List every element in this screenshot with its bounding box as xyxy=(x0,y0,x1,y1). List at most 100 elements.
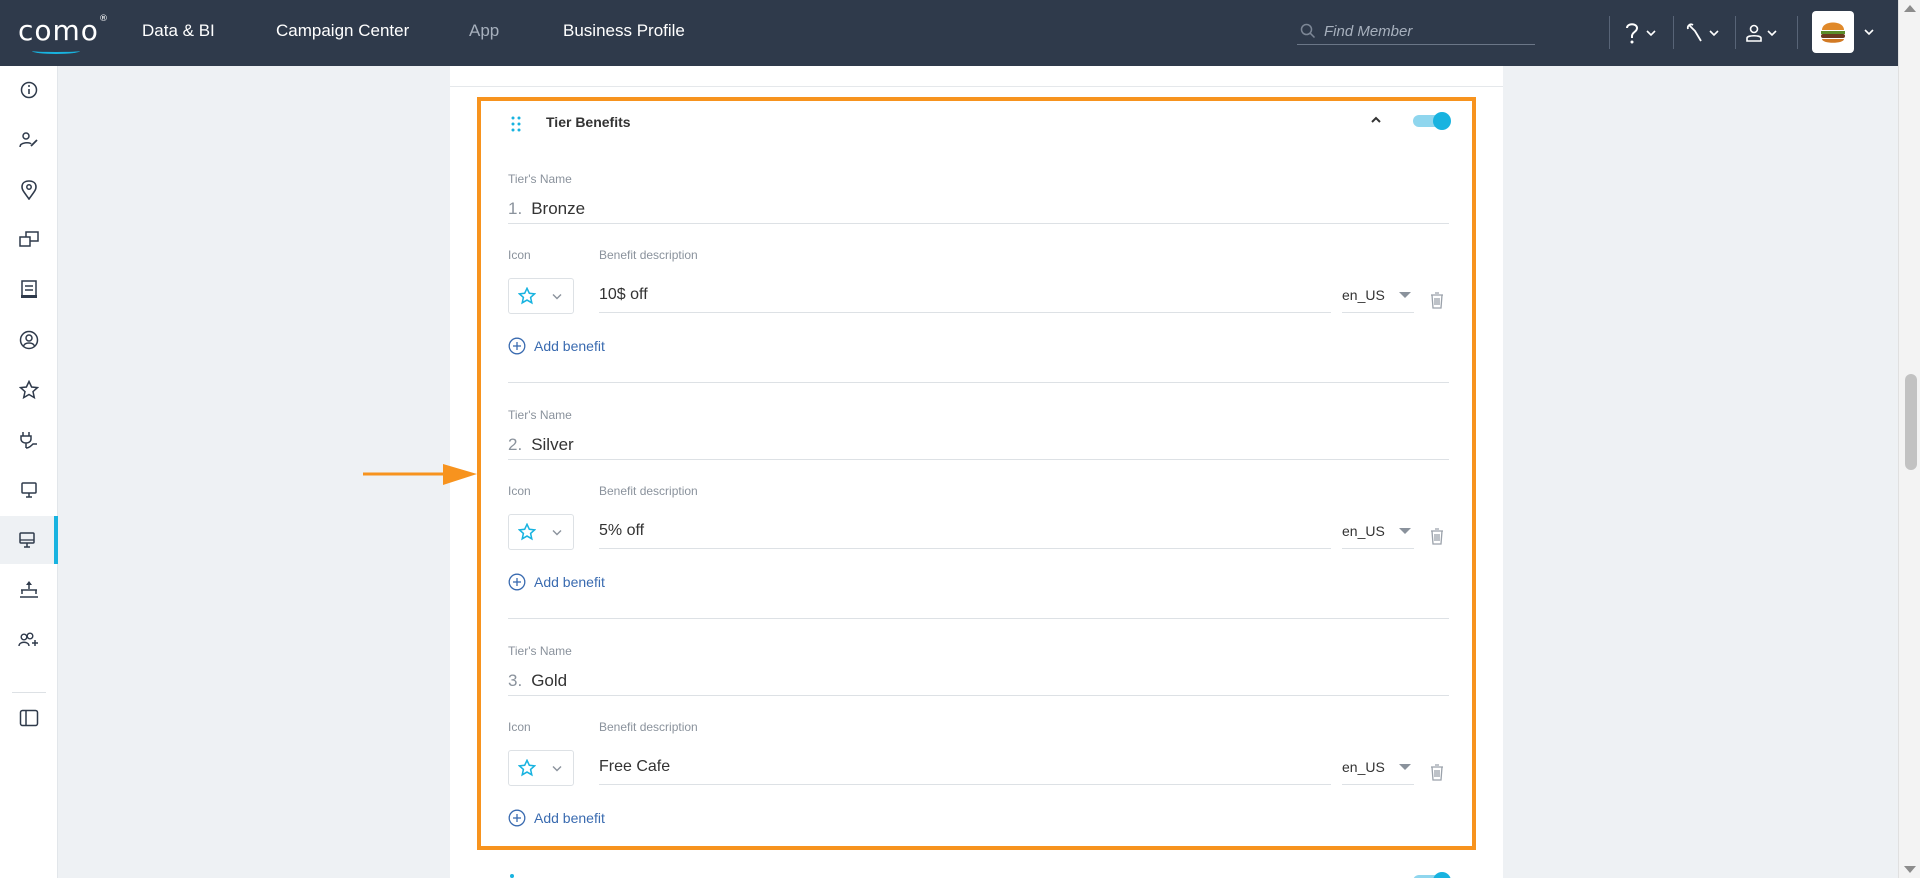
logo-text: como xyxy=(18,14,99,47)
rail-tiers[interactable] xyxy=(0,366,58,414)
tier-name-input[interactable]: 2. Silver xyxy=(508,430,1449,460)
help-icon xyxy=(1626,23,1639,44)
tier-name-label: Tier's Name xyxy=(508,408,572,422)
campaigns-icon xyxy=(19,231,39,247)
section-toggle[interactable] xyxy=(1413,112,1451,130)
wrench-icon xyxy=(1686,23,1702,42)
user-icon xyxy=(1746,24,1762,42)
left-rail xyxy=(0,66,58,878)
logo-swoosh xyxy=(32,48,80,54)
tier-name-input[interactable]: 1. Bronze xyxy=(508,194,1449,224)
next-section-drag-handle xyxy=(510,874,514,878)
icon-label: Icon xyxy=(508,248,531,262)
benefit-icon-select[interactable] xyxy=(508,750,574,786)
chevron-down-icon xyxy=(552,293,562,299)
business-avatar[interactable] xyxy=(1812,11,1854,53)
rail-member-edit[interactable] xyxy=(0,116,58,164)
chevron-down-icon xyxy=(1767,30,1777,37)
star-icon xyxy=(518,287,536,305)
tier-number: 3. xyxy=(508,670,523,690)
receipt-icon xyxy=(21,280,37,298)
drag-handle-icon[interactable] xyxy=(510,115,522,133)
find-member-input[interactable] xyxy=(1324,22,1524,40)
star-outline-icon xyxy=(19,380,39,400)
plus-circle-icon xyxy=(508,337,526,355)
tier-name-value: Gold xyxy=(531,670,568,690)
topbar-separator xyxy=(1609,16,1610,49)
collapse-chevron-up-icon[interactable] xyxy=(1370,115,1382,125)
add-benefit-label: Add benefit xyxy=(534,810,605,826)
tier-divider xyxy=(508,618,1449,619)
benefit-description-input[interactable]: Free Cafe xyxy=(599,750,1331,785)
plug-icon xyxy=(20,432,37,449)
find-member-search[interactable] xyxy=(1297,18,1535,45)
language-select[interactable]: en_US xyxy=(1342,750,1414,785)
language-select[interactable]: en_US xyxy=(1342,278,1414,313)
como-logo[interactable]: como® xyxy=(18,14,109,54)
sitemap-icon xyxy=(20,581,38,598)
burger-logo-icon xyxy=(1821,22,1845,43)
rail-pos-active[interactable] xyxy=(0,516,58,564)
benefit-icon-select[interactable] xyxy=(508,278,574,314)
star-icon xyxy=(518,759,536,777)
rail-receipts[interactable] xyxy=(0,266,58,314)
benefit-description-label: Benefit description xyxy=(599,720,698,734)
rail-users[interactable] xyxy=(0,616,58,664)
tier-name-value: Bronze xyxy=(531,198,586,218)
icon-label: Icon xyxy=(508,484,531,498)
trash-icon[interactable] xyxy=(1430,292,1444,309)
trash-icon[interactable] xyxy=(1430,528,1444,545)
nav-business-profile[interactable]: Business Profile xyxy=(563,21,685,41)
panel-title: Tier Benefits xyxy=(546,114,631,130)
icon-label: Icon xyxy=(508,720,531,734)
scroll-thumb[interactable] xyxy=(1905,374,1917,470)
topbar-separator xyxy=(1735,16,1736,49)
user-menu[interactable] xyxy=(1745,18,1777,48)
location-icon xyxy=(21,180,37,200)
tools-menu[interactable] xyxy=(1685,18,1719,48)
nav-data-bi[interactable]: Data & BI xyxy=(142,21,215,41)
tier-number: 1. xyxy=(508,198,523,218)
topbar-separator xyxy=(1797,16,1798,49)
add-benefit-button[interactable]: Add benefit xyxy=(508,337,605,355)
scroll-up-arrow[interactable] xyxy=(1904,5,1916,12)
tier-name-input[interactable]: 3. Gold xyxy=(508,666,1449,696)
rail-locations[interactable] xyxy=(0,166,58,214)
benefit-description-input[interactable]: 10$ off xyxy=(599,278,1331,313)
add-benefit-button[interactable]: Add benefit xyxy=(508,809,605,827)
chevron-down-icon xyxy=(1709,30,1719,37)
rail-campaigns[interactable] xyxy=(0,216,58,264)
star-icon xyxy=(518,523,536,541)
benefit-description-label: Benefit description xyxy=(599,248,698,262)
chevron-down-icon xyxy=(552,765,562,771)
users-add-icon xyxy=(18,632,38,647)
content-divider xyxy=(450,86,1503,87)
benefit-icon-select[interactable] xyxy=(508,514,574,550)
page-scrollbar[interactable] xyxy=(1898,0,1920,878)
caret-down-icon xyxy=(1399,528,1411,534)
help-menu[interactable] xyxy=(1622,18,1656,48)
next-section-toggle[interactable] xyxy=(1413,872,1451,878)
add-benefit-button[interactable]: Add benefit xyxy=(508,573,605,591)
caret-down-icon xyxy=(1399,764,1411,770)
tier-divider xyxy=(508,382,1449,383)
toggle-knob xyxy=(1433,112,1451,130)
caret-down-icon xyxy=(1399,292,1411,298)
benefit-description-input[interactable]: 5% off xyxy=(599,514,1331,549)
rail-collapse-panel[interactable] xyxy=(0,694,58,742)
rail-integrations[interactable] xyxy=(0,416,58,464)
avatar-chevron-down-icon[interactable] xyxy=(1864,28,1874,36)
info-icon xyxy=(20,81,38,99)
rail-info[interactable] xyxy=(0,66,58,114)
nav-campaign-center[interactable]: Campaign Center xyxy=(276,21,409,41)
tier-name-label: Tier's Name xyxy=(508,644,572,658)
rail-pos[interactable] xyxy=(0,466,58,514)
rail-divider xyxy=(12,692,46,693)
nav-app[interactable]: App xyxy=(469,21,499,41)
language-select[interactable]: en_US xyxy=(1342,514,1414,549)
scroll-down-arrow[interactable] xyxy=(1904,866,1916,873)
rail-profile[interactable] xyxy=(0,316,58,364)
trash-icon[interactable] xyxy=(1430,764,1444,781)
toggle-knob xyxy=(1433,872,1451,878)
rail-hierarchy[interactable] xyxy=(0,566,58,614)
